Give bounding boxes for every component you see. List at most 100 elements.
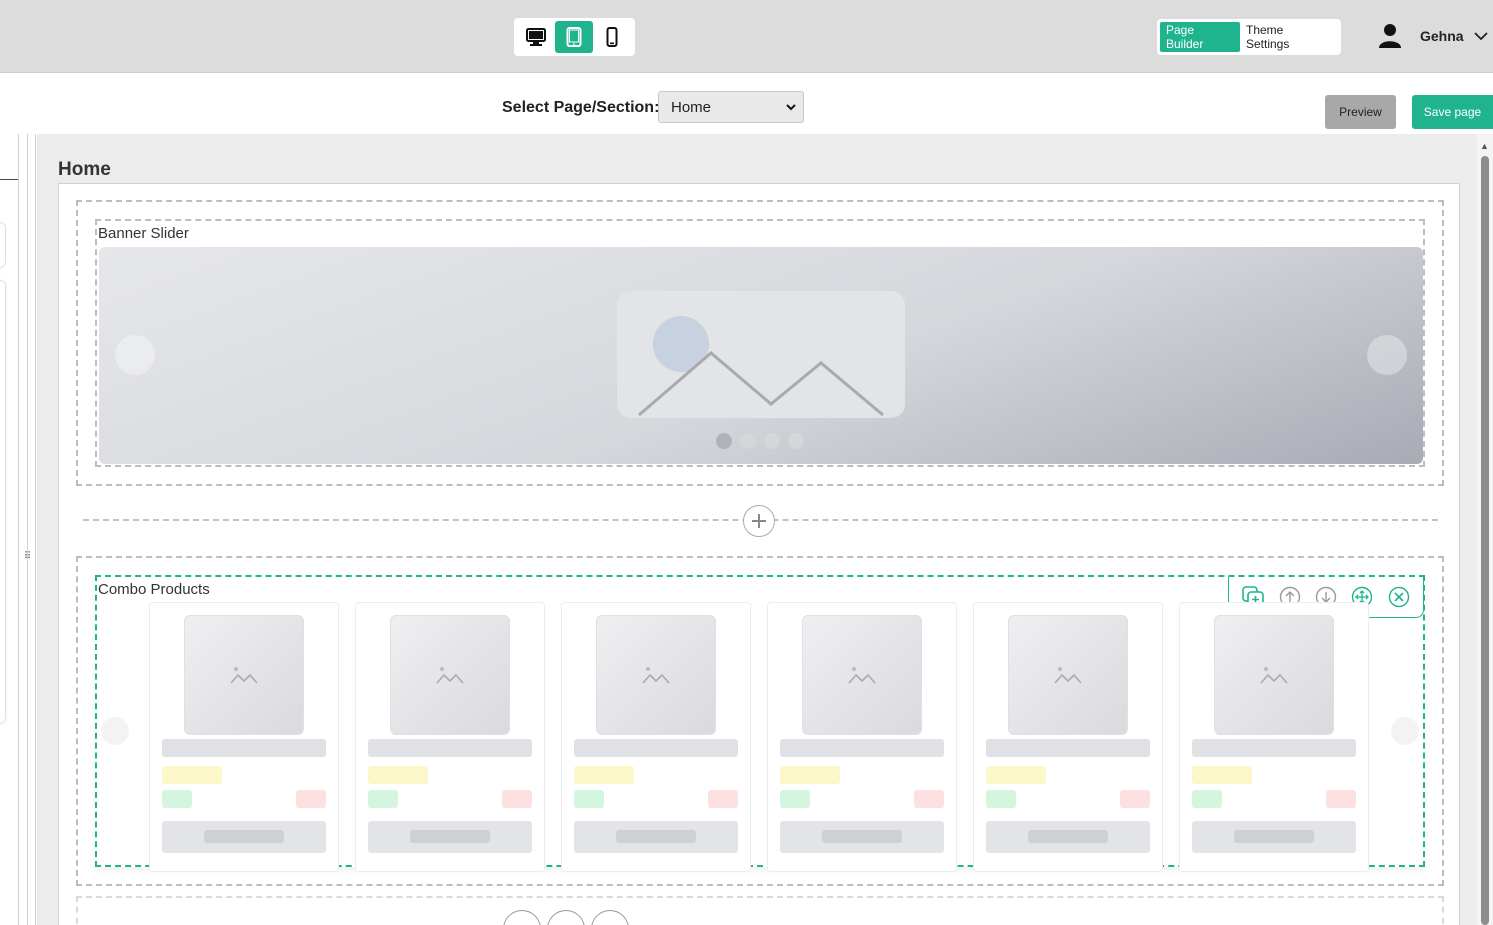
skeleton-button (162, 821, 326, 853)
desktop-view-button[interactable] (517, 21, 555, 53)
section-control-button[interactable] (503, 910, 541, 925)
section-control-button[interactable] (591, 910, 629, 925)
product-image-placeholder (390, 615, 510, 735)
top-bar: Page Builder Theme Settings Gehna (0, 0, 1493, 73)
skeleton-title (1192, 739, 1356, 757)
image-icon (642, 667, 670, 684)
select-page-label: Select Page/Section: (502, 99, 660, 116)
product-image-placeholder (802, 615, 922, 735)
tablet-view-button[interactable] (555, 21, 593, 53)
product-card (973, 602, 1163, 872)
product-card (149, 602, 339, 872)
carousel-prev-arrow[interactable] (101, 717, 129, 745)
skeleton-title (780, 739, 944, 757)
desktop-icon (526, 28, 546, 46)
combo-products-block[interactable]: Combo Products (95, 575, 1425, 872)
skeleton-badge (1192, 790, 1222, 808)
skeleton-badge (162, 790, 192, 808)
image-placeholder (617, 291, 905, 418)
skeleton-badge (986, 790, 1016, 808)
skeleton-price (162, 766, 222, 784)
page-toolbar: Select Page/Section: Home Preview Save p… (0, 74, 1493, 134)
skeleton-badge (780, 790, 810, 808)
save-page-button[interactable]: Save page (1412, 95, 1493, 129)
panel-resizer[interactable] (27, 134, 36, 925)
builder-canvas: Home Banner Slider Combo Products (37, 134, 1477, 925)
skeleton-discount (1326, 790, 1356, 808)
slider-dot[interactable] (716, 433, 732, 449)
theme-settings-tab[interactable]: Theme Settings (1240, 22, 1336, 52)
page-select-value: Home (671, 98, 712, 116)
left-panel-card (0, 280, 6, 724)
slider-next-arrow[interactable] (1367, 335, 1407, 375)
skeleton-discount (914, 790, 944, 808)
mode-switcher: Page Builder Theme Settings (1157, 19, 1341, 55)
skeleton-discount (708, 790, 738, 808)
image-icon (1054, 667, 1082, 684)
slider-dot[interactable] (788, 433, 804, 449)
section-control-button[interactable] (547, 910, 585, 925)
skeleton-button (574, 821, 738, 853)
section-label: Combo Products (98, 581, 210, 598)
left-panel-card (0, 222, 6, 268)
preview-button[interactable]: Preview (1325, 95, 1396, 129)
slider-dot[interactable] (764, 433, 780, 449)
combo-products-section[interactable]: Combo Products (76, 556, 1444, 886)
skeleton-discount (502, 790, 532, 808)
image-icon (1260, 667, 1288, 684)
banner-slider-block[interactable]: Banner Slider (95, 219, 1425, 467)
skeleton-price (986, 766, 1046, 784)
page-select[interactable]: Home (658, 91, 804, 123)
skeleton-discount (296, 790, 326, 808)
delete-button[interactable] (1386, 584, 1412, 610)
skeleton-discount (1120, 790, 1150, 808)
skeleton-button-label (1028, 830, 1108, 843)
chevron-down-icon (786, 104, 796, 111)
banner-image-placeholder (99, 247, 1423, 464)
page-title: Home (58, 159, 111, 180)
image-icon (848, 667, 876, 684)
skeleton-price (1192, 766, 1252, 784)
skeleton-price (780, 766, 840, 784)
skeleton-button (368, 821, 532, 853)
skeleton-button-label (822, 830, 902, 843)
slider-prev-arrow[interactable] (115, 335, 155, 375)
carousel-next-arrow[interactable] (1391, 717, 1419, 745)
device-switcher (514, 18, 635, 56)
skeleton-button (986, 821, 1150, 853)
next-section[interactable] (76, 896, 1444, 925)
scrollbar-thumb[interactable] (1481, 156, 1489, 925)
product-image-placeholder (1008, 615, 1128, 735)
add-section-button[interactable] (743, 505, 775, 537)
user-name: Gehna (1420, 28, 1464, 44)
skeleton-price (368, 766, 428, 784)
product-card (355, 602, 545, 872)
skeleton-price (574, 766, 634, 784)
banner-section[interactable]: Banner Slider (76, 200, 1444, 486)
skeleton-title (162, 739, 326, 757)
skeleton-title (574, 739, 738, 757)
product-image-placeholder (184, 615, 304, 735)
image-icon (230, 667, 258, 684)
skeleton-button (1192, 821, 1356, 853)
scroll-up-icon[interactable]: ▲ (1480, 142, 1489, 151)
page-builder-tab[interactable]: Page Builder (1160, 22, 1240, 52)
skeleton-button (780, 821, 944, 853)
product-image-placeholder (596, 615, 716, 735)
tablet-icon (566, 27, 582, 47)
vertical-scrollbar[interactable]: ▲ (1477, 134, 1493, 925)
mobile-view-button[interactable] (593, 21, 631, 53)
slider-dot[interactable] (740, 433, 756, 449)
resize-grip-icon[interactable]: ⠿ (23, 550, 32, 564)
product-card (1179, 602, 1369, 872)
skeleton-title (986, 739, 1150, 757)
section-label: Banner Slider (98, 225, 189, 242)
skeleton-button-label (410, 830, 490, 843)
chevron-down-icon (1473, 32, 1488, 41)
image-icon (436, 667, 464, 684)
user-menu[interactable]: Gehna (1378, 22, 1488, 50)
mobile-icon (606, 27, 618, 47)
skeleton-badge (574, 790, 604, 808)
delete-icon (1388, 586, 1409, 608)
skeleton-button-label (204, 830, 284, 843)
